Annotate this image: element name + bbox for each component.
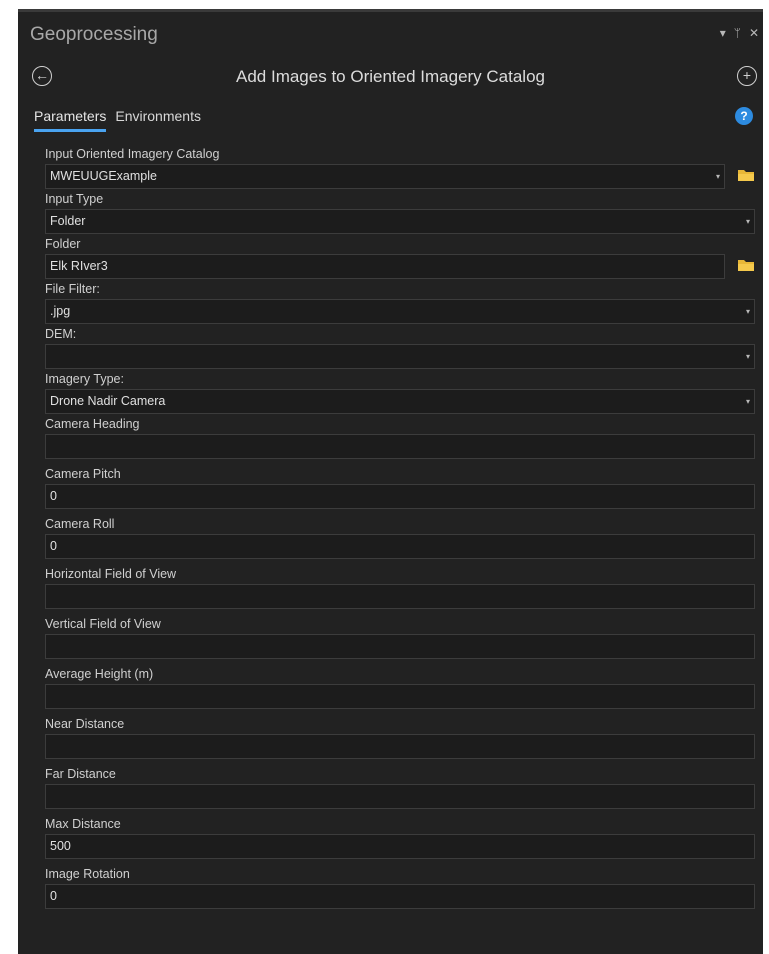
folder-icon[interactable] <box>737 258 755 272</box>
param-label: Camera Pitch <box>45 467 121 481</box>
param-value: Elk RIver3 <box>50 259 108 273</box>
param-label: Far Distance <box>45 767 116 781</box>
tab-parameters[interactable]: Parameters <box>34 108 107 132</box>
param-label: Camera Roll <box>45 517 115 531</box>
param-label: Input Type <box>45 192 104 206</box>
chevron-down-icon[interactable]: ▾ <box>746 390 750 413</box>
plus-icon: + <box>742 67 752 83</box>
param-input[interactable] <box>45 734 755 759</box>
param-label: Image Rotation <box>45 867 130 881</box>
param-average-height-m: Average Height (m) <box>45 665 755 715</box>
param-dem: DEM: ▾ <box>45 325 755 370</box>
param-value: Drone Nadir Camera <box>50 394 166 408</box>
param-input[interactable]: 0 <box>45 484 755 509</box>
param-camera-roll: Camera Roll 0 <box>45 515 755 565</box>
param-camera-pitch: Camera Pitch 0 <box>45 465 755 515</box>
pin-icon[interactable]: ᛘ <box>734 26 741 40</box>
help-icon[interactable]: ? <box>735 107 753 125</box>
param-label: Average Height (m) <box>45 667 154 681</box>
tool-title: Add Images to Oriented Imagery Catalog <box>236 67 545 86</box>
param-input-type: Input Type Folder ▾ <box>45 190 755 235</box>
param-label: Max Distance <box>45 817 121 831</box>
param-dropdown[interactable]: .jpg ▾ <box>45 299 755 324</box>
param-file-filter: File Filter: .jpg ▾ <box>45 280 755 325</box>
param-label: DEM: <box>45 327 77 341</box>
param-value: 0 <box>50 539 57 553</box>
param-input[interactable]: 500 <box>45 834 755 859</box>
chevron-down-icon[interactable]: ▾ <box>746 210 750 233</box>
tab-strip: Parameters Environments <box>34 108 201 132</box>
param-dropdown[interactable]: ▾ <box>45 344 755 369</box>
param-camera-heading: Camera Heading <box>45 415 755 465</box>
param-folder: Folder Elk RIver3 <box>45 235 755 280</box>
param-value: MWEUUGExample <box>50 169 157 183</box>
param-value: 0 <box>50 489 57 503</box>
param-imagery-type: Imagery Type: Drone Nadir Camera ▾ <box>45 370 755 415</box>
pane-controls: ▾ ᛘ ✕ <box>720 26 759 40</box>
add-button[interactable]: + <box>737 66 757 86</box>
close-icon[interactable]: ✕ <box>749 26 759 40</box>
param-value: .jpg <box>50 304 71 318</box>
param-value: 500 <box>50 839 71 853</box>
param-label: File Filter: <box>45 282 100 296</box>
param-input[interactable]: 0 <box>45 534 755 559</box>
param-value: Folder <box>50 214 86 228</box>
chevron-down-icon[interactable]: ▾ <box>716 165 720 188</box>
parameter-list: Input Oriented Imagery Catalog MWEUUGExam… <box>45 145 755 915</box>
param-vertical-field-of-view: Vertical Field of View <box>45 615 755 665</box>
pane-titlebar: Geoprocessing ▾ ᛘ ✕ <box>18 12 763 54</box>
param-label: Near Distance <box>45 717 125 731</box>
param-input-oriented-imagery-catalog: Input Oriented Imagery Catalog MWEUUGExam… <box>45 145 755 190</box>
param-input[interactable] <box>45 584 755 609</box>
pane-menu-icon[interactable]: ▾ <box>720 26 726 40</box>
param-input[interactable] <box>45 684 755 709</box>
param-input[interactable] <box>45 784 755 809</box>
param-input[interactable] <box>45 434 755 459</box>
param-label: Vertical Field of View <box>45 617 161 631</box>
param-dropdown[interactable]: Folder ▾ <box>45 209 755 234</box>
param-far-distance: Far Distance <box>45 765 755 815</box>
pane-title: Geoprocessing <box>30 24 158 45</box>
param-label: Input Oriented Imagery Catalog <box>45 147 220 161</box>
tab-environments[interactable]: Environments <box>115 108 201 132</box>
param-label: Horizontal Field of View <box>45 567 177 581</box>
param-max-distance: Max Distance 500 <box>45 815 755 865</box>
param-horizontal-field-of-view: Horizontal Field of View <box>45 565 755 615</box>
param-value: 0 <box>50 889 57 903</box>
folder-icon[interactable] <box>737 168 755 182</box>
tool-header: ← Add Images to Oriented Imagery Catalog… <box>18 62 763 90</box>
param-input[interactable] <box>45 634 755 659</box>
param-image-rotation: Image Rotation 0 <box>45 865 755 915</box>
geoprocessing-pane: Geoprocessing ▾ ᛘ ✕ ← Add Images to Orie… <box>18 9 763 954</box>
param-label: Imagery Type: <box>45 372 124 386</box>
chevron-down-icon[interactable]: ▾ <box>746 300 750 323</box>
param-near-distance: Near Distance <box>45 715 755 765</box>
param-label: Folder <box>45 237 81 251</box>
param-dropdown[interactable]: Drone Nadir Camera ▾ <box>45 389 755 414</box>
chevron-down-icon[interactable]: ▾ <box>746 345 750 368</box>
param-label: Camera Heading <box>45 417 140 431</box>
param-dropdown[interactable]: MWEUUGExample ▾ <box>45 164 725 189</box>
param-input[interactable]: 0 <box>45 884 755 909</box>
param-input[interactable]: Elk RIver3 <box>45 254 725 279</box>
